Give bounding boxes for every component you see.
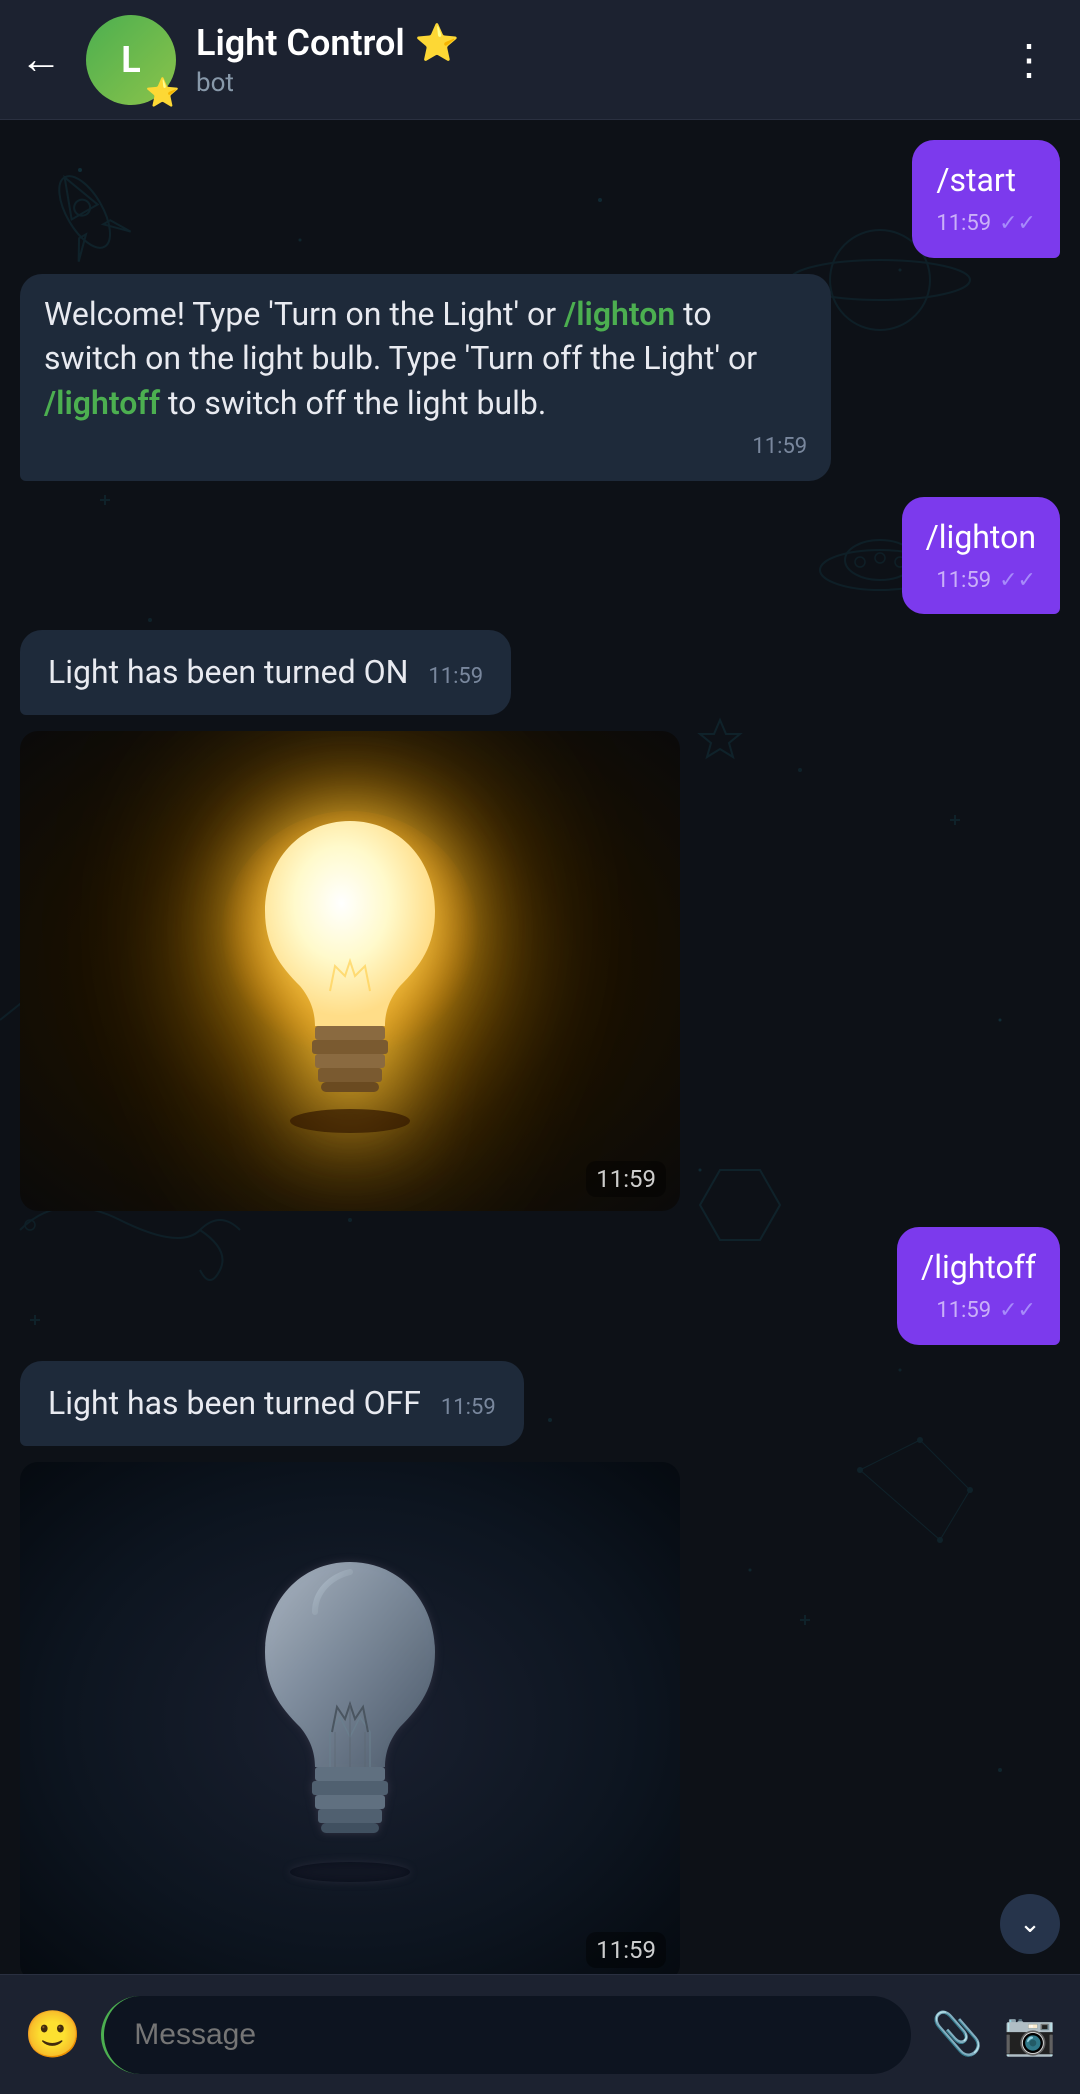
message-time: 11:59 <box>428 664 483 689</box>
table-row: /start 11:59 ✓✓ <box>20 140 1060 258</box>
table-row: Light has been turned ON 11:59 <box>20 630 1060 715</box>
bulb-on-image: 11:59 ↪ <box>20 731 680 1211</box>
chat-title: Light Control ⭐ <box>196 22 998 64</box>
command-lightoff: /lightoff <box>44 384 160 422</box>
back-button[interactable]: ← <box>20 35 62 84</box>
message-time: 11:59 <box>936 566 991 597</box>
message-text: Light has been turned OFF <box>48 1384 421 1422</box>
message-text: Light has been turned ON <box>48 653 408 691</box>
image-time: 11:59 <box>596 1936 656 1964</box>
title-star-icon: ⭐ <box>415 22 460 64</box>
message-text: /start <box>936 161 1016 199</box>
input-bar: 🙂 📎 📷 <box>0 1974 1080 2094</box>
message-time: 11:59 <box>441 1395 496 1420</box>
header: ← L ⭐ Light Control ⭐ bot ⋮ <box>0 0 1080 120</box>
message-time: 11:59 <box>752 432 807 463</box>
incoming-bubble: Light has been turned ON 11:59 <box>20 630 511 715</box>
more-options-button[interactable]: ⋮ <box>998 25 1060 95</box>
message-input[interactable] <box>134 2018 881 2052</box>
chat-subtitle: bot <box>196 68 998 98</box>
chat-area: /start 11:59 ✓✓ Welcome! Type 'Turn on t… <box>0 120 1080 1974</box>
table-row: /lightoff 11:59 ✓✓ <box>20 1227 1060 1345</box>
title-text: Light Control <box>196 22 405 64</box>
avatar-letter: L <box>121 39 140 81</box>
attach-button[interactable]: 📎 <box>931 2010 983 2059</box>
image-timestamp: 11:59 <box>586 1932 666 1968</box>
table-row: 11:59 ↪ <box>20 1462 1060 1974</box>
table-row: 11:59 ↪ <box>20 731 1060 1211</box>
message-input-wrapper <box>101 1996 911 2074</box>
bulb-canvas-off <box>20 1462 680 1974</box>
message-time: 11:59 <box>936 209 991 240</box>
image-timestamp: 11:59 <box>586 1161 666 1197</box>
message-text-part3: to switch off the light bulb. <box>160 384 546 422</box>
read-receipts: ✓✓ <box>999 1296 1036 1327</box>
bulb-off-svg <box>220 1532 480 1912</box>
avatar[interactable]: L ⭐ <box>86 15 176 105</box>
message-text: /lightoff <box>921 1248 1036 1286</box>
camera-button[interactable]: 📷 <box>1004 2010 1056 2059</box>
outgoing-bubble: /start 11:59 ✓✓ <box>912 140 1060 258</box>
table-row: Light has been turned OFF 11:59 <box>20 1361 1060 1446</box>
bulb-off-image: 11:59 ↪ <box>20 1462 680 1974</box>
command-lighton: /lighton <box>564 295 675 333</box>
image-time: 11:59 <box>596 1165 656 1193</box>
scroll-to-bottom-button[interactable]: ⌄ <box>1000 1894 1060 1954</box>
outgoing-bubble: /lightoff 11:59 ✓✓ <box>897 1227 1060 1345</box>
message-text: /lighton <box>926 518 1036 556</box>
incoming-bubble: Light has been turned OFF 11:59 <box>20 1361 524 1446</box>
read-receipts: ✓✓ <box>999 209 1036 240</box>
read-receipts: ✓✓ <box>999 566 1036 597</box>
table-row: /lighton 11:59 ✓✓ <box>20 497 1060 615</box>
message-time: 11:59 <box>936 1296 991 1327</box>
table-row: Welcome! Type 'Turn on the Light' or /li… <box>20 274 1060 481</box>
bulb-on-svg <box>220 791 480 1151</box>
emoji-button[interactable]: 🙂 <box>24 2008 81 2062</box>
message-text-part1: Welcome! Type 'Turn on the Light' or <box>44 295 564 333</box>
bulb-canvas-on <box>20 731 680 1211</box>
avatar-star-icon: ⭐ <box>145 76 180 109</box>
incoming-bubble: Welcome! Type 'Turn on the Light' or /li… <box>20 274 831 481</box>
header-info: Light Control ⭐ bot <box>196 22 998 98</box>
outgoing-bubble: /lighton 11:59 ✓✓ <box>902 497 1060 615</box>
